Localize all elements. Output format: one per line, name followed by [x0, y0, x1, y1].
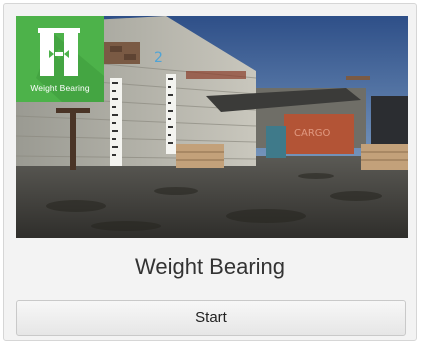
scene-container-text: CARGO	[294, 128, 331, 139]
module-badge: Weight Bearing	[16, 16, 104, 102]
scene-sign-number: 2	[154, 50, 163, 66]
badge-label: Weight Bearing	[30, 83, 90, 93]
module-card: 2 CARGO Weight Bearing Weight Bearing St…	[3, 3, 417, 341]
start-button[interactable]: Start	[16, 300, 406, 336]
weight-bearing-icon	[38, 28, 80, 76]
module-title: Weight Bearing	[134, 254, 285, 279]
